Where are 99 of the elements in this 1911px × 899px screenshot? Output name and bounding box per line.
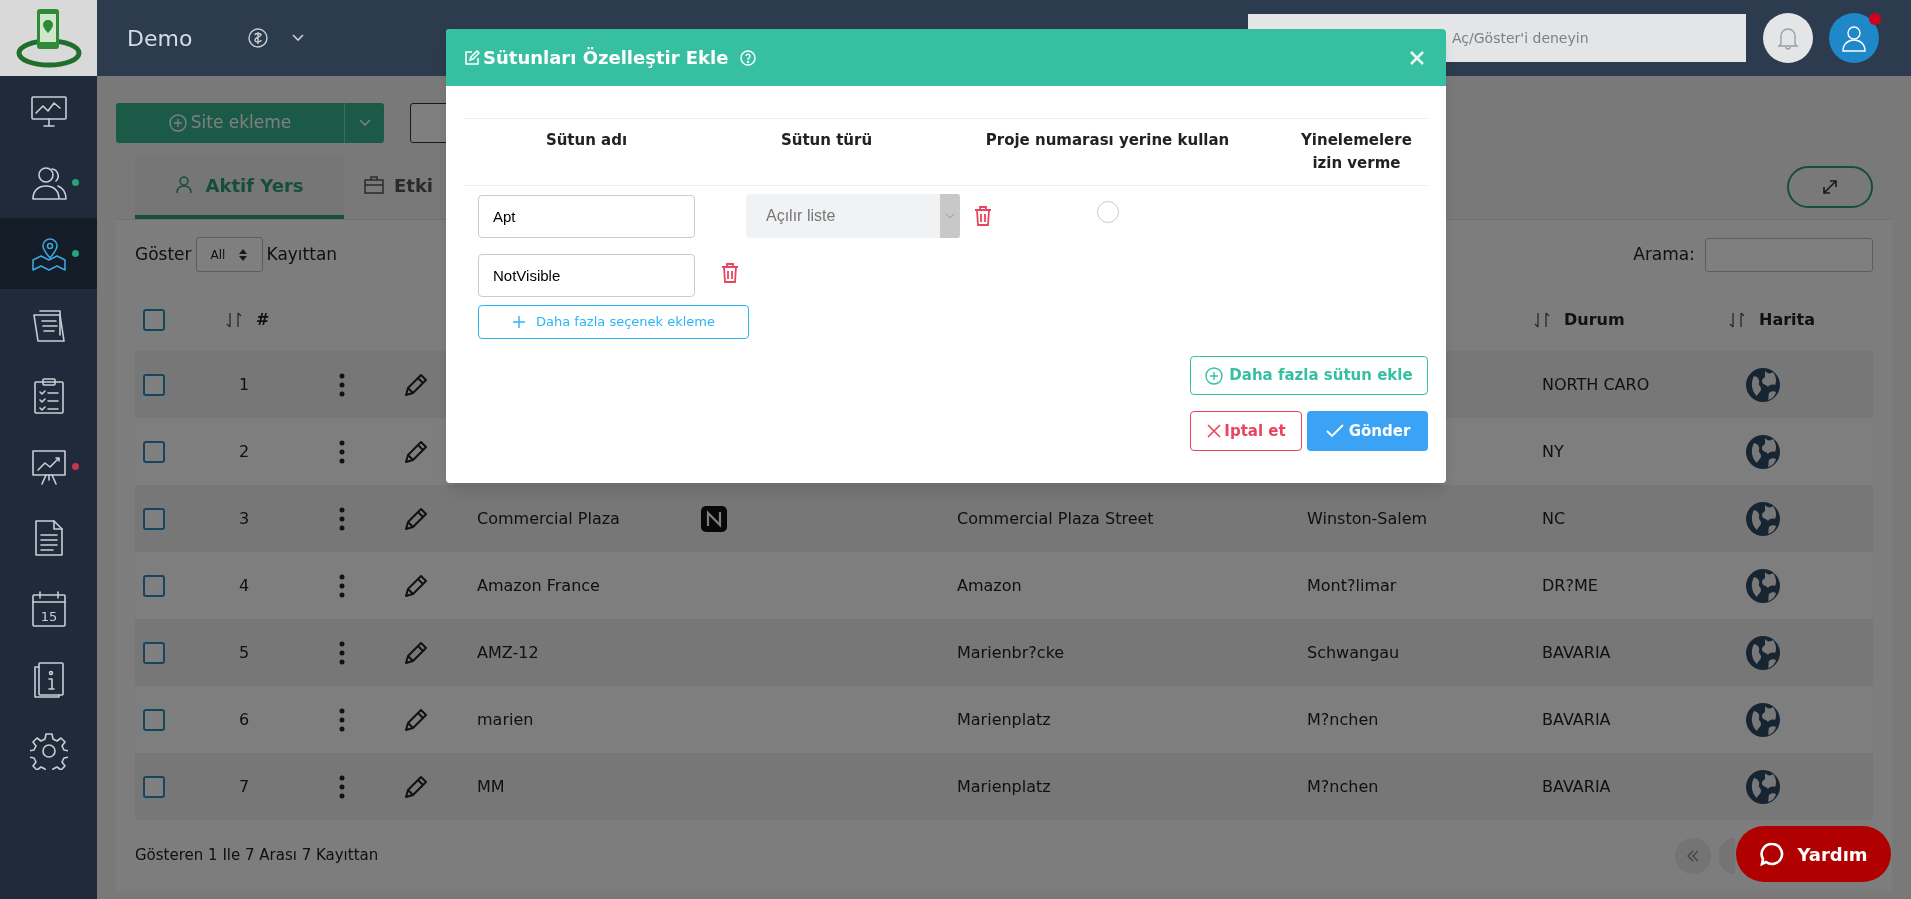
sidebar-item[interactable] (0, 218, 97, 289)
checkbox[interactable] (143, 373, 165, 396)
notification-bell-icon[interactable] (1763, 13, 1813, 63)
dropdown-caret-icon (940, 194, 960, 238)
table-cell-text: 6 (238, 708, 251, 731)
table-cell-text: Mont?limar (1306, 574, 1398, 597)
presentation-chart-icon (29, 447, 68, 486)
column-header[interactable]: # (256, 308, 270, 333)
sidebar-item[interactable]: 15 (0, 573, 97, 644)
brand-name: Demo (127, 24, 193, 53)
column-header: Proje numarası yerine kullan (984, 130, 1231, 151)
checkbox[interactable] (143, 641, 165, 664)
add-column-button[interactable]: Daha fazla sütun ekle (1190, 356, 1428, 395)
checkbox[interactable] (143, 708, 165, 731)
table-cell-text: AMZ-12 (476, 641, 540, 664)
double-chevron-left-icon (1686, 849, 1700, 862)
chat-bubble-icon (1759, 841, 1786, 867)
tab[interactable]: Etki (344, 155, 436, 220)
settings-icon (29, 731, 68, 770)
edit-icon (464, 49, 480, 66)
users-icon (29, 164, 68, 201)
column-header: Yinelemelere izin verme (1300, 130, 1413, 174)
submit-button[interactable]: Gönder (1307, 411, 1428, 451)
modal-title: Sütunları Özelleştir Ekle (483, 46, 729, 70)
table-cell-text: M?nchen (1306, 775, 1380, 798)
table-cell-text: BAVARIA (1541, 641, 1612, 664)
table-cell-text: 2 (238, 440, 251, 463)
show-label: Göster (135, 242, 192, 266)
chevron-down-icon (357, 118, 372, 128)
table-cell-text: 4 (238, 574, 251, 597)
checkbox[interactable] (143, 775, 165, 798)
table-cell-text: Amazon (956, 574, 1023, 597)
briefcase-icon (364, 176, 384, 195)
sort-icon[interactable] (1729, 311, 1745, 330)
table-cell-text: Schwangau (1306, 641, 1401, 664)
info-book-icon (31, 660, 66, 699)
column-header[interactable]: Harita (1759, 308, 1815, 333)
table-cell-text: Marienbr?cke (956, 641, 1066, 664)
table-cell-text: Marienplatz (956, 775, 1052, 798)
radio-button[interactable] (1096, 201, 1119, 223)
sort-arrows-icon (237, 247, 248, 262)
table-cell-text: MM (476, 775, 506, 798)
table-cell-text: NY (1541, 440, 1565, 463)
user-avatar[interactable] (1829, 13, 1879, 63)
trash-icon[interactable] (721, 261, 739, 284)
table-cell-text: Commercial Plaza (476, 507, 621, 530)
table-cell-text: 1 (238, 373, 251, 396)
table-cell-text: Marienplatz (956, 708, 1052, 731)
column-header: Sütun türü (779, 130, 874, 151)
table-cell-text: BAVARIA (1541, 708, 1612, 731)
help-icon[interactable] (740, 49, 757, 66)
checkmark-icon (1324, 423, 1345, 439)
table-cell-text: M?nchen (1306, 708, 1380, 731)
table-cell-text: marien (476, 708, 535, 731)
column-header: Sütun adı (544, 130, 629, 151)
sort-icon[interactable] (226, 311, 242, 330)
trash-icon[interactable] (974, 205, 992, 227)
table-cell-text: Winston-Salem (1306, 507, 1429, 530)
pagination-info: Gösteren 1 Ile 7 Arası 7 Kayıttan (135, 845, 379, 867)
map-pin-icon (29, 235, 68, 272)
person-icon (1841, 24, 1867, 52)
logo[interactable] (0, 0, 97, 76)
column-header[interactable]: Durum (1564, 308, 1625, 333)
option-name-field[interactable]: NotVisible (478, 254, 695, 297)
clipboard-icon (31, 376, 66, 415)
search-label: Arama: (1633, 242, 1695, 266)
close-icon (1206, 423, 1223, 439)
checkbox[interactable] (143, 507, 165, 530)
table-cell-text: Amazon France (476, 574, 601, 597)
help-button[interactable]: Yardım (1736, 826, 1891, 882)
table-cell-text: NC (1541, 507, 1567, 530)
table-cell-text: BAVARIA (1541, 775, 1612, 798)
checkbox[interactable] (143, 440, 165, 463)
cancel-button[interactable]: Iptal et (1190, 411, 1302, 451)
expand-icon (1821, 178, 1839, 197)
checkbox[interactable] (143, 574, 165, 597)
plus-icon (512, 315, 526, 329)
chevron-down-icon[interactable] (291, 33, 306, 43)
sort-icon[interactable] (1534, 311, 1550, 330)
coin-icon[interactable] (247, 27, 270, 49)
column-type-select[interactable]: Açılır liste (746, 194, 960, 238)
search-field[interactable] (1705, 237, 1873, 272)
expand-button[interactable] (1787, 166, 1873, 209)
table-cell-text: DR?ME (1541, 574, 1599, 597)
records-label: Kayıttan (266, 242, 338, 266)
table-cell-text: 5 (238, 641, 251, 664)
column-name-field[interactable]: Apt (478, 194, 695, 238)
table-cell-text: 3 (238, 507, 251, 530)
checkbox[interactable] (143, 309, 165, 332)
person-icon (175, 176, 192, 195)
add-option-button[interactable]: Daha fazla seçenek ekleme (478, 305, 749, 339)
table-cell-text: 7 (238, 775, 251, 798)
table-cell-text: NORTH CARO (1541, 373, 1651, 396)
page-size-select[interactable]: All (195, 237, 263, 273)
monitor-chart-icon (29, 94, 68, 129)
table-cell-text: Commercial Plaza Street (956, 507, 1155, 530)
plus-circle-icon (1205, 366, 1224, 385)
document-icon (32, 518, 65, 557)
plus-circle-icon (168, 114, 187, 132)
